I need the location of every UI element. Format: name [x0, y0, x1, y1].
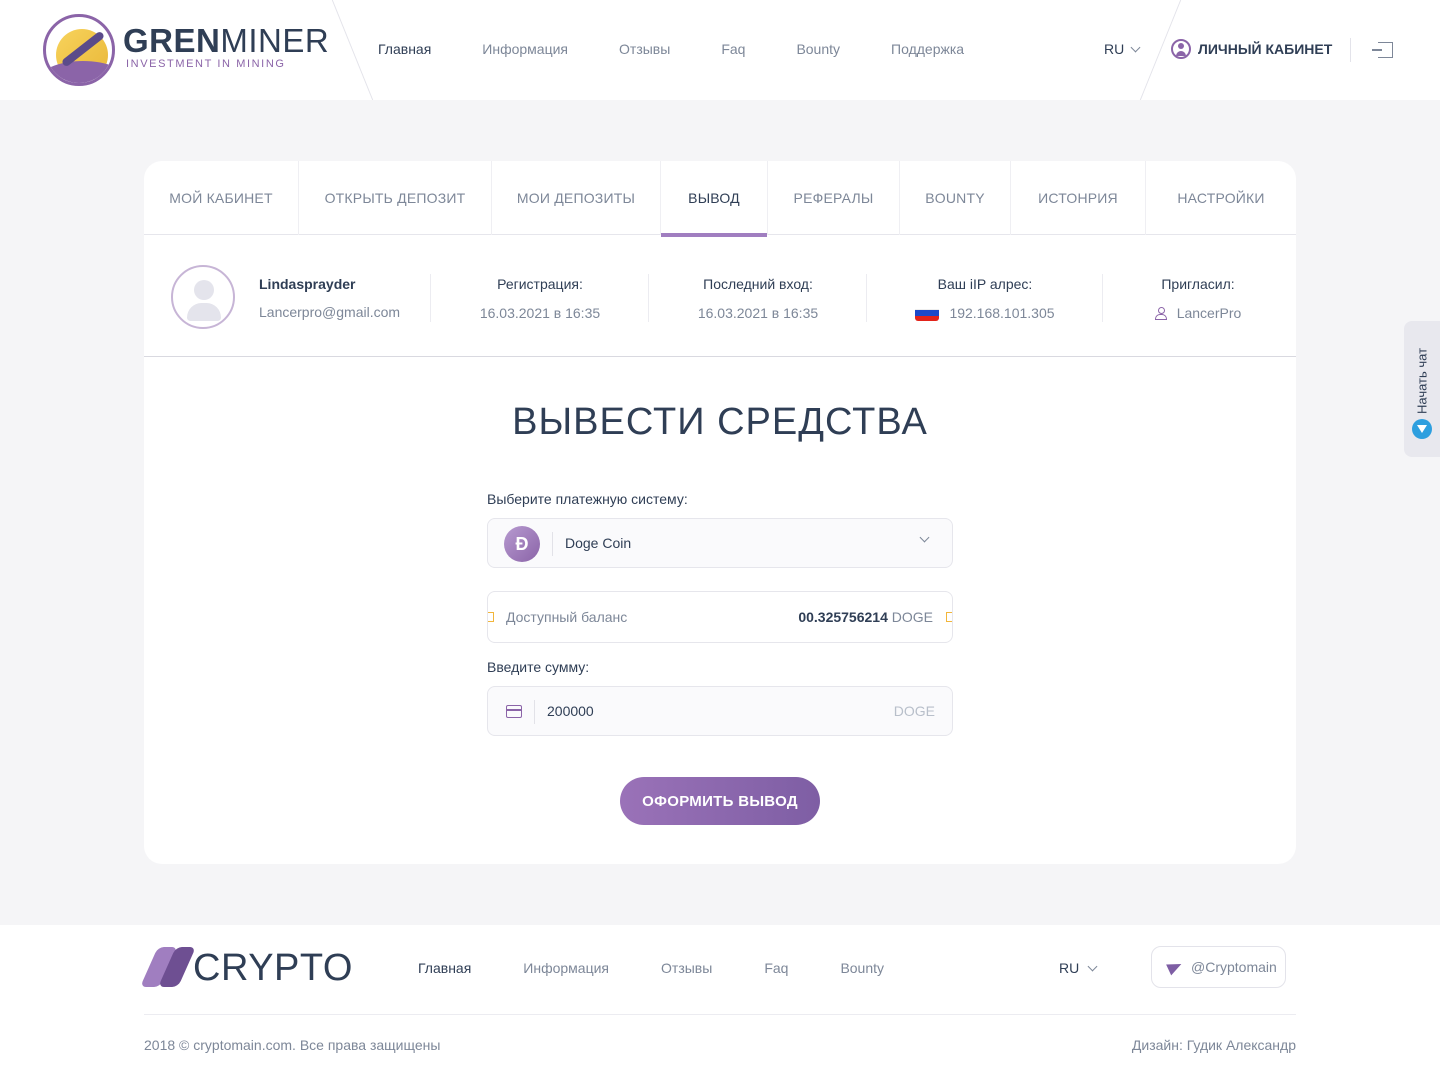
payment-system-select[interactable]: Ð Doge Coin — [487, 518, 953, 568]
invited-label: Пригласил: — [1161, 276, 1235, 292]
nav-link-bounty[interactable]: Bounty — [796, 41, 840, 57]
last-login-info: Последний вход: 16.03.2021 в 16:35 — [658, 276, 858, 321]
logo-subtitle: INVESTMENT IN MINING — [126, 58, 286, 70]
tab-referrals[interactable]: РЕФЕРАЛЫ — [768, 161, 899, 235]
language-select[interactable]: RU — [1104, 41, 1141, 57]
tab-open-deposit[interactable]: ОТКРЫТЬ ДЕПОЗИТ — [299, 161, 491, 235]
nav-link-info[interactable]: Информация — [482, 41, 568, 57]
personal-cabinet-link[interactable]: ЛИЧНЫЙ КАБИНЕТ — [1171, 39, 1332, 59]
russia-flag-icon — [915, 305, 940, 321]
ip-label: Ваш iIP алрес: — [937, 276, 1033, 292]
amount-label: Введите сумму: — [487, 659, 590, 675]
person-icon — [1154, 307, 1167, 320]
tab-bounty[interactable]: BOUNTY — [900, 161, 1010, 235]
language-label: RU — [1104, 41, 1125, 57]
tab-withdraw[interactable]: ВЫВОД — [661, 161, 767, 237]
tab-my-cabinet[interactable]: МОЙ КАБИНЕТ — [144, 161, 298, 235]
site-header: GRENMINER INVESTMENT IN MINING Главная И… — [0, 0, 1440, 100]
logo-title: GRENMINER — [123, 22, 330, 59]
chat-widget[interactable]: Начать чат — [1404, 321, 1440, 457]
footer-logo[interactable]: CRYPTO — [140, 945, 352, 990]
ip-info: Ваш iIP алрес: 192.168.101.305 — [885, 276, 1085, 321]
registration-info: Регистрация: 16.03.2021 в 16:35 — [440, 276, 640, 321]
user-circle-icon — [1171, 39, 1191, 59]
logout-icon[interactable] — [1372, 42, 1393, 58]
dogecoin-icon: Ð — [504, 526, 540, 562]
chat-label: Начать чат — [1414, 347, 1430, 415]
withdraw-card: МОЙ КАБИНЕТ ОТКРЫТЬ ДЕПОЗИТ МОИ ДЕПОЗИТЫ… — [144, 161, 1296, 864]
design-credit: Дизайн: Гудик Александр — [1131, 1037, 1296, 1053]
logo-icon — [43, 14, 115, 86]
telegram-link[interactable]: @Cryptomain — [1151, 946, 1286, 988]
copyright: 2018 © cryptomain.com. Все права защищен… — [144, 1037, 441, 1053]
header-divider — [331, 0, 374, 100]
footer-divider — [144, 1014, 1296, 1015]
balance-amount: 00.325756214 DOGE — [798, 609, 933, 625]
ip-value: 192.168.101.305 — [949, 305, 1055, 321]
footer-link-home[interactable]: Главная — [418, 960, 471, 976]
site-footer: CRYPTO Главная Информация Отзывы Faq Bou… — [0, 925, 1440, 1069]
last-login-value: 16.03.2021 в 16:35 — [697, 305, 819, 321]
paper-plane-icon — [1166, 958, 1184, 976]
chevron-down-icon — [1087, 961, 1098, 971]
nav-link-support[interactable]: Поддержка — [891, 41, 964, 57]
amount-value[interactable]: 200000 — [547, 703, 594, 719]
tab-settings[interactable]: НАСТРОЙКИ — [1146, 161, 1296, 235]
profile-name: Lindasprayder — [259, 276, 356, 292]
header-separator — [1350, 38, 1351, 62]
footer-link-bounty[interactable]: Bounty — [840, 960, 884, 976]
tab-history[interactable]: ИСТОНРИЯ — [1011, 161, 1145, 235]
telegram-handle: @Cryptomain — [1191, 959, 1277, 975]
payment-system-label: Выберите платежную систему: — [487, 491, 688, 507]
cabinet-tabs: МОЙ КАБИНЕТ ОТКРЫТЬ ДЕПОЗИТ МОИ ДЕПОЗИТЫ… — [144, 161, 1296, 237]
amount-unit: DOGE — [893, 703, 935, 719]
footer-link-faq[interactable]: Faq — [764, 960, 788, 976]
nav-link-home[interactable]: Главная — [378, 41, 431, 57]
submit-withdraw-button[interactable]: ОФОРМИТЬ ВЫВОД — [620, 777, 820, 825]
footer-language-select[interactable]: RU — [1059, 960, 1098, 976]
tab-my-deposits[interactable]: МОИ ДЕПОЗИТЫ — [492, 161, 660, 235]
available-balance: Доступный баланс 00.325756214 DOGE — [487, 591, 953, 643]
balance-marker-right — [946, 612, 952, 622]
profile-email: Lancerpro@gmail.com — [259, 304, 401, 320]
invited-value: LancerPro — [1176, 305, 1242, 321]
chevron-down-icon — [1130, 42, 1141, 52]
page-title: ВЫВЕСТИ СРЕДСТВА — [512, 401, 928, 443]
nav-link-faq[interactable]: Faq — [721, 41, 745, 57]
profile-summary: Lindasprayder Lancerpro@gmail.com Регист… — [144, 236, 1296, 357]
footer-nav: Главная Информация Отзывы Faq Bounty — [418, 960, 936, 976]
footer-language-label: RU — [1059, 960, 1080, 976]
registration-value: 16.03.2021 в 16:35 — [479, 305, 601, 321]
withdraw-form: Выберите платежную систему: Ð Doge Coin … — [487, 491, 953, 736]
main-nav: Главная Информация Отзывы Faq Bounty Под… — [378, 41, 1015, 57]
telegram-icon — [1412, 419, 1432, 439]
personal-cabinet-label: ЛИЧНЫЙ КАБИНЕТ — [1198, 41, 1333, 57]
amount-input[interactable]: 200000 DOGE — [487, 686, 953, 736]
footer-logo-text: CRYPTO — [193, 947, 353, 989]
nav-link-reviews[interactable]: Отзывы — [619, 41, 670, 57]
last-login-label: Последний вход: — [703, 276, 813, 292]
footer-link-reviews[interactable]: Отзывы — [661, 960, 712, 976]
credit-card-icon — [506, 705, 522, 718]
invited-by-info: Пригласил: LancerPro — [1118, 276, 1278, 321]
registration-label: Регистрация: — [497, 276, 583, 292]
balance-label: Доступный баланс — [506, 609, 628, 625]
balance-marker-left — [488, 612, 494, 622]
footer-link-info[interactable]: Информация — [523, 960, 609, 976]
chevron-down-icon — [919, 532, 930, 543]
payment-system-value: Doge Coin — [565, 535, 632, 551]
logo[interactable]: GRENMINER INVESTMENT IN MINING — [43, 14, 333, 86]
avatar — [171, 265, 235, 329]
